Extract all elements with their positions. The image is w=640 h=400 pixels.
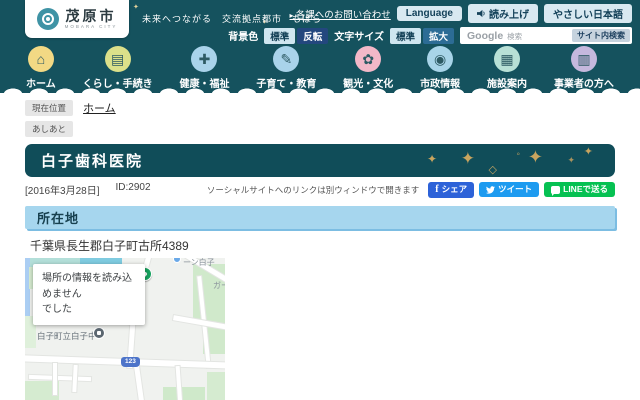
line-icon xyxy=(551,186,560,194)
footprints-button[interactable]: あしあと xyxy=(25,121,73,137)
map-label-school: 白子町立白子中 xyxy=(37,330,97,342)
sparkle-icon xyxy=(528,148,543,166)
map-error-popup: 場所の情報を読み込めません でした xyxy=(33,264,145,325)
bg-invert-button[interactable]: 反転 xyxy=(297,28,328,44)
sparkle-icon xyxy=(427,153,437,165)
google-map[interactable]: ーン白子 ガー カー場 白子町立白子中 123 場所の情報を読み込めません でし… xyxy=(25,258,225,400)
sparkle-icon xyxy=(461,150,475,167)
sparkle-icon xyxy=(133,4,139,11)
flower-icon: ✿ xyxy=(355,46,381,72)
facebook-share-button[interactable]: f シェア xyxy=(428,182,474,198)
easy-japanese-button[interactable]: やさしい日本語 xyxy=(544,4,632,23)
google-logo: Google xyxy=(467,30,503,42)
site-logo[interactable]: 茂原市 MOBARA CITY xyxy=(25,0,129,38)
bg-color-label: 背景色 xyxy=(228,28,258,43)
health-icon: ✚ xyxy=(191,46,217,72)
site-search-input[interactable]: Google 検索 サイト内検索 xyxy=(460,27,632,44)
font-standard-button[interactable]: 標準 xyxy=(390,28,421,44)
offices-icon: ▥ xyxy=(571,46,597,72)
building-icon: ▦ xyxy=(494,46,520,72)
location-section-header: 所在地 xyxy=(25,206,615,229)
map-poi-icon xyxy=(173,258,181,263)
language-button[interactable]: Language xyxy=(397,6,462,21)
map-route-badge: 123 xyxy=(121,357,140,367)
sparkle-icon xyxy=(567,156,575,165)
map-label: ガー xyxy=(213,280,225,291)
map-label: ーン白子 xyxy=(183,258,215,268)
twitter-share-button[interactable]: ツイート xyxy=(479,182,539,196)
social-note: ソーシャルサイトへのリンクは別ウィンドウで開きます xyxy=(207,184,419,196)
map-road xyxy=(72,365,77,392)
wave-border xyxy=(0,84,640,93)
site-header: 茂原市 MOBARA CITY 未来へつながる 交流拠点都市 もばら 各課へのお… xyxy=(0,0,640,93)
site-search-button[interactable]: サイト内検索 xyxy=(572,29,630,42)
bg-standard-button[interactable]: 標準 xyxy=(264,28,295,44)
publish-date: [2016年3月28日] xyxy=(25,182,100,197)
map-road xyxy=(134,365,145,400)
diamond-icon xyxy=(489,165,497,176)
facebook-icon: f xyxy=(435,184,438,196)
pencil-icon: ✎ xyxy=(273,46,299,72)
map-green-area xyxy=(163,387,205,400)
city-name: 茂原市 xyxy=(65,9,116,23)
breadcrumb-position-badge: 現在位置 xyxy=(25,100,73,116)
breadcrumb-home-link[interactable]: ホーム xyxy=(83,100,116,116)
breadcrumb: 現在位置 ホーム xyxy=(25,100,640,115)
sparkle-icon xyxy=(584,147,593,158)
city-emblem-icon: ◉ xyxy=(427,46,453,72)
mobara-city-emblem-icon xyxy=(37,8,59,30)
page-title: 白子歯科医院 xyxy=(41,150,143,171)
dot-icon xyxy=(516,150,520,160)
font-large-button[interactable]: 拡大 xyxy=(423,28,454,44)
map-green-area xyxy=(207,372,225,400)
read-aloud-button[interactable]: 読み上げ xyxy=(468,4,538,23)
speaker-icon xyxy=(477,9,486,18)
map-road xyxy=(176,366,183,400)
map-school-poi-icon xyxy=(93,327,105,339)
contact-link[interactable]: 各課へのお問い合わせ xyxy=(290,7,391,21)
house-icon: ⌂ xyxy=(28,46,54,72)
address-text: 千葉県長生郡白子町古所4389 xyxy=(30,237,640,254)
map-road xyxy=(53,363,57,395)
documents-icon: ▤ xyxy=(105,46,131,72)
city-name-romaji: MOBARA CITY xyxy=(65,25,118,30)
article-title-bar: 白子歯科医院 xyxy=(25,144,615,177)
font-size-label: 文字サイズ xyxy=(334,28,384,43)
section-heading: 所在地 xyxy=(37,208,79,227)
twitter-bird-icon xyxy=(486,186,495,194)
line-share-button[interactable]: LINEで送る xyxy=(544,182,615,196)
article-id: ID:2902 xyxy=(116,182,151,197)
